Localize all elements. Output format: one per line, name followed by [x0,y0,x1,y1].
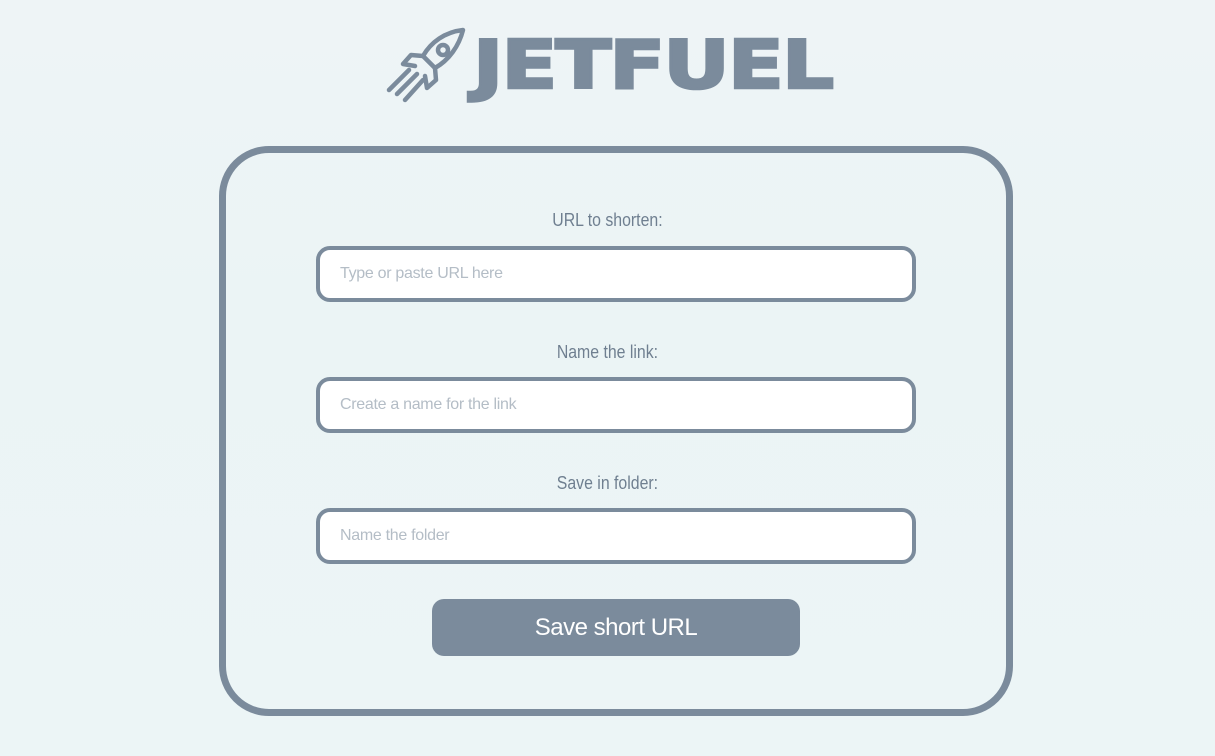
url-input[interactable] [316,246,916,302]
link-name-input[interactable] [316,377,916,433]
link-name-label: Name the link: [556,342,659,362]
app-title: JETFUEL [471,26,835,105]
folder-label: Save in folder: [556,473,659,493]
app-header: JETFUEL [0,24,1215,108]
rocket-icon [386,27,466,103]
url-label: URL to shorten: [552,210,663,230]
save-short-url-button[interactable]: Save short URL [432,599,800,656]
folder-input[interactable] [316,508,916,564]
